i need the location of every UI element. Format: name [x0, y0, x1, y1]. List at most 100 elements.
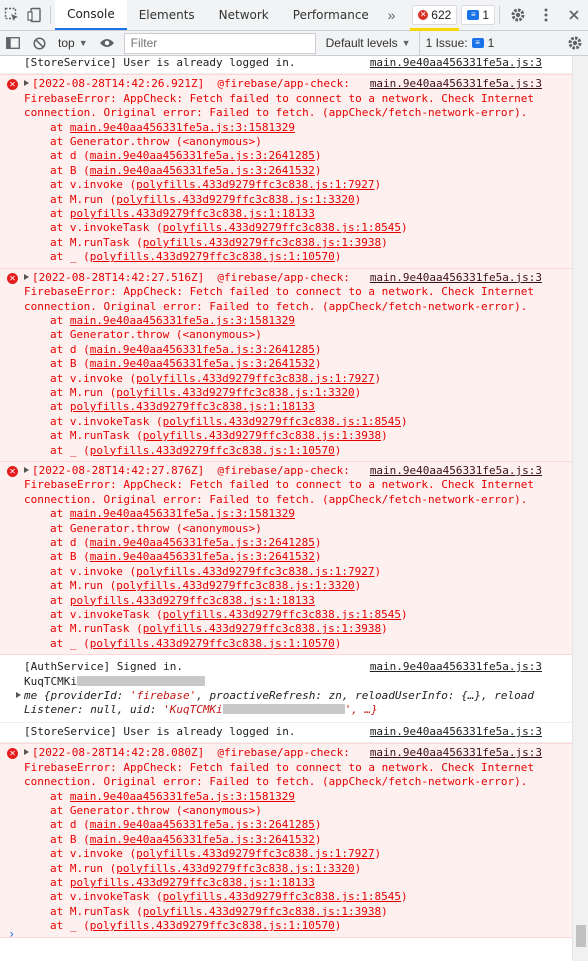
stack-location-link[interactable]: polyfills.433d9279ffc3c838.js:1:7927 — [136, 178, 374, 191]
stack-fn: at — [50, 400, 70, 414]
stack-location-link[interactable]: polyfills.433d9279ffc3c838.js:1:7927 — [136, 847, 374, 860]
stack-location-link[interactable]: polyfills.433d9279ffc3c838.js:1:10570 — [90, 250, 335, 263]
issues-button[interactable]: 1 Issue: ≡ 1 — [418, 30, 501, 56]
console-scrollbar[interactable] — [572, 56, 588, 961]
stack-frame: at B (main.9e40aa456331fe5a.js:3:2641532… — [50, 550, 322, 564]
stack-location-link[interactable]: main.9e40aa456331fe5a.js:3:2641532 — [90, 164, 315, 177]
stack-location-link[interactable]: polyfills.433d9279ffc3c838.js:1:8545 — [163, 608, 401, 621]
stack-location-link[interactable]: main.9e40aa456331fe5a.js:3:2641532 — [90, 833, 315, 846]
close-icon[interactable] — [560, 0, 588, 30]
more-options-icon[interactable] — [532, 0, 560, 30]
source-link[interactable]: main.9e40aa456331fe5a.js:3 — [370, 725, 542, 739]
stack-location-link[interactable]: main.9e40aa456331fe5a.js:3:1581329 — [70, 507, 295, 520]
stack-location-link[interactable]: polyfills.433d9279ffc3c838.js:1:3320 — [116, 862, 354, 875]
stack-location-link[interactable]: main.9e40aa456331fe5a.js:3:2641285 — [90, 343, 315, 356]
source-link[interactable]: main.9e40aa456331fe5a.js:3 — [369, 463, 542, 479]
filter-field[interactable] — [123, 32, 316, 54]
tab-performance[interactable]: Performance — [281, 0, 381, 30]
error-message: ✕ [2022-08-28T14:42:27.876Z] @firebase/ap… — [0, 461, 572, 656]
stack-fn: at Generator.throw (<anonymous>) — [50, 328, 262, 342]
stack-frame: at M.run (polyfills.433d9279ffc3c838.js:… — [50, 579, 362, 593]
more-tabs-button[interactable]: » — [381, 0, 402, 30]
stack-frame: at M.run (polyfills.433d9279ffc3c838.js:… — [50, 861, 362, 875]
device-toolbar-icon[interactable] — [23, 0, 46, 30]
source-link[interactable]: main.9e40aa456331fe5a.js:3 — [370, 56, 542, 70]
stack-location-link[interactable]: polyfills.433d9279ffc3c838.js:1:8545 — [163, 890, 401, 903]
stack-fn: at — [50, 875, 70, 889]
filter-input[interactable] — [130, 36, 315, 50]
stack-location-link[interactable]: polyfills.433d9279ffc3c838.js:1:18133 — [70, 876, 315, 889]
stack-frame: at Generator.throw (<anonymous>) — [24, 804, 564, 818]
show-sidebar-icon[interactable] — [0, 31, 26, 56]
stack-location-link[interactable]: polyfills.433d9279ffc3c838.js:1:18133 — [70, 400, 315, 413]
clear-console-icon[interactable] — [26, 31, 52, 56]
tab-console[interactable]: Console — [55, 0, 127, 30]
stack-fn: at B ( — [50, 550, 90, 564]
source-link[interactable]: main.9e40aa456331fe5a.js:3 — [369, 77, 542, 92]
stack-location-link[interactable]: polyfills.433d9279ffc3c838.js:1:3320 — [116, 579, 354, 592]
stack-frame: at main.9e40aa456331fe5a.js:3:1581329 — [24, 790, 564, 804]
stack-frame: at d (main.9e40aa456331fe5a.js:3:2641285… — [50, 818, 322, 832]
settings-gear-icon[interactable] — [504, 0, 532, 30]
stack-location-link[interactable]: polyfills.433d9279ffc3c838.js:1:3938 — [143, 236, 381, 249]
stack-fn: at M.run ( — [50, 579, 117, 593]
console-prompt[interactable]: › — [8, 927, 15, 941]
stack-location-link[interactable]: polyfills.433d9279ffc3c838.js:1:3938 — [143, 622, 381, 635]
stack-location-link[interactable]: main.9e40aa456331fe5a.js:3:2641285 — [90, 536, 315, 549]
context-selector[interactable]: top ▼ — [52, 31, 94, 56]
stack-fn: at M.run ( — [50, 385, 117, 399]
inspect-element-icon[interactable] — [0, 0, 23, 30]
tab-elements[interactable]: Elements — [127, 0, 207, 30]
stack-location-link[interactable]: main.9e40aa456331fe5a.js:3:2641532 — [90, 357, 315, 370]
stack-frame: at v.invokeTask (polyfills.433d9279ffc3c… — [50, 608, 408, 622]
source-link[interactable]: main.9e40aa456331fe5a.js:3 — [369, 270, 542, 286]
message-count-badge[interactable]: ≡ 1 — [461, 5, 495, 25]
live-expression-eye-icon[interactable] — [94, 31, 120, 56]
stack-location-link[interactable]: polyfills.433d9279ffc3c838.js:1:18133 — [70, 594, 315, 607]
expand-triangle-icon[interactable] — [24, 749, 29, 756]
stack-frame: at B (main.9e40aa456331fe5a.js:3:2641532… — [50, 163, 322, 177]
stack-location-link[interactable]: polyfills.433d9279ffc3c838.js:1:7927 — [136, 565, 374, 578]
user-object[interactable]: me {providerId: 'firebase', proactiveRef… — [16, 689, 564, 703]
stack-fn: at — [50, 207, 70, 221]
expand-triangle-icon[interactable] — [24, 80, 29, 87]
toolbar-divider — [499, 6, 500, 24]
stack-frame: at v.invokeTask (polyfills.433d9279ffc3c… — [50, 890, 408, 904]
expand-triangle-icon[interactable] — [24, 466, 29, 473]
stack-location-link[interactable]: polyfills.433d9279ffc3c838.js:1:8545 — [163, 221, 401, 234]
error-count-badge[interactable]: ✕ 622 — [410, 5, 460, 31]
stack-location-link[interactable]: polyfills.433d9279ffc3c838.js:1:18133 — [70, 207, 315, 220]
stack-frame: at Generator.throw (<anonymous>) — [24, 135, 564, 149]
stack-frame: at polyfills.433d9279ffc3c838.js:1:18133 — [24, 207, 564, 221]
stack-location-link[interactable]: main.9e40aa456331fe5a.js:3:2641285 — [90, 149, 315, 162]
stack-location-link[interactable]: main.9e40aa456331fe5a.js:3:2641532 — [90, 550, 315, 563]
stack-location-link[interactable]: main.9e40aa456331fe5a.js:3:2641285 — [90, 818, 315, 831]
source-link[interactable]: main.9e40aa456331fe5a.js:3 — [370, 660, 542, 674]
console-settings-gear-icon[interactable] — [562, 31, 588, 56]
stack-location-link[interactable]: polyfills.433d9279ffc3c838.js:1:10570 — [90, 637, 335, 650]
tab-network[interactable]: Network — [207, 0, 281, 30]
stack-location-link[interactable]: polyfills.433d9279ffc3c838.js:1:3938 — [143, 905, 381, 918]
stack-location-link[interactable]: polyfills.433d9279ffc3c838.js:1:3320 — [116, 386, 354, 399]
source-link[interactable]: main.9e40aa456331fe5a.js:3 — [369, 746, 542, 761]
stack-frame: at B (main.9e40aa456331fe5a.js:3:2641532… — [50, 832, 322, 846]
error-text: connection. Original error: Failed to fe… — [24, 775, 528, 789]
stack-location-link[interactable]: polyfills.433d9279ffc3c838.js:1:3938 — [143, 429, 381, 442]
stack-location-link[interactable]: polyfills.433d9279ffc3c838.js:1:7927 — [136, 372, 374, 385]
stack-fn: at d ( — [50, 536, 90, 549]
scrollbar-thumb[interactable] — [576, 925, 586, 947]
stack-location-link[interactable]: polyfills.433d9279ffc3c838.js:1:10570 — [90, 919, 335, 932]
stack-frame: at Generator.throw (<anonymous>) — [24, 328, 564, 342]
expand-triangle-icon[interactable] — [16, 692, 21, 699]
stack-location-link[interactable]: main.9e40aa456331fe5a.js:3:1581329 — [70, 121, 295, 134]
stack-location-link[interactable]: polyfills.433d9279ffc3c838.js:1:10570 — [90, 444, 335, 457]
log-levels-dropdown[interactable]: Default levels ▼ — [322, 31, 415, 56]
stack-location-link[interactable]: polyfills.433d9279ffc3c838.js:1:8545 — [163, 415, 401, 428]
expand-triangle-icon[interactable] — [24, 273, 29, 280]
stack-frame: at _ (polyfills.433d9279ffc3c838.js:1:10… — [50, 919, 342, 933]
stack-location-link[interactable]: polyfills.433d9279ffc3c838.js:1:3320 — [116, 193, 354, 206]
stack-location-link[interactable]: main.9e40aa456331fe5a.js:3:1581329 — [70, 790, 295, 803]
stack-fn: at — [50, 120, 70, 134]
stack-location-link[interactable]: main.9e40aa456331fe5a.js:3:1581329 — [70, 314, 295, 327]
stack-frame: at B (main.9e40aa456331fe5a.js:3:2641532… — [50, 357, 322, 371]
